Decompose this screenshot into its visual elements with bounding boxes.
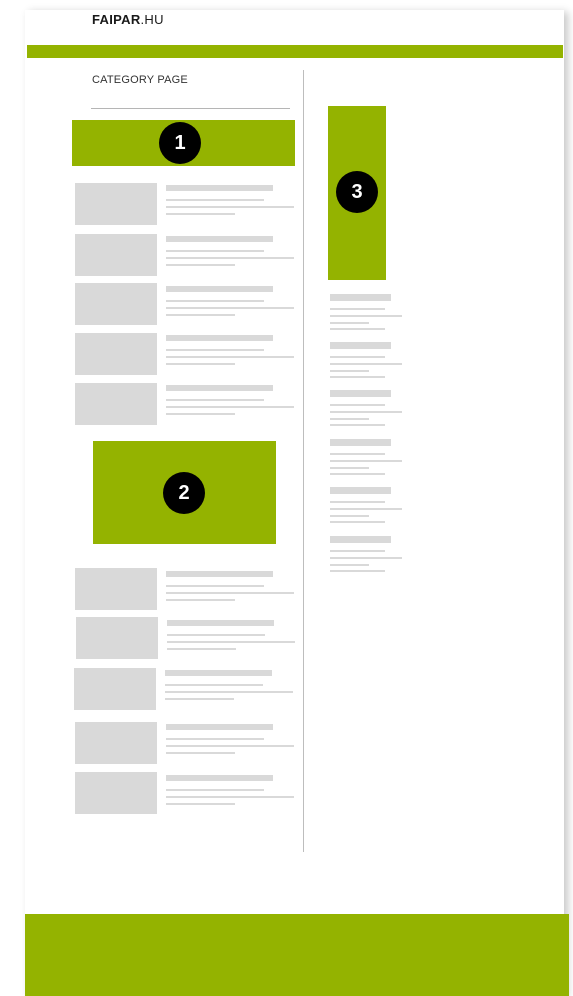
article-thumbnail[interactable]: [75, 722, 157, 764]
header-bar: [27, 45, 563, 58]
sidebar-item-title-placeholder[interactable]: [330, 487, 391, 494]
ad-slot-3[interactable]: 3: [328, 106, 386, 280]
article-text-placeholder: [167, 641, 295, 643]
sidebar-item-title-placeholder[interactable]: [330, 390, 391, 397]
sidebar-item-text-placeholder: [330, 424, 385, 426]
article-text-placeholder: [166, 745, 294, 747]
sidebar-item-text-placeholder: [330, 473, 385, 475]
article-text-placeholder: [166, 413, 235, 415]
sidebar-item-text-placeholder: [330, 328, 385, 330]
sidebar-item-text-placeholder: [330, 404, 385, 406]
logo-bold: FAIPAR: [92, 12, 141, 27]
sidebar-item-text-placeholder: [330, 453, 385, 455]
article-text-placeholder: [166, 250, 264, 252]
article-text-placeholder: [166, 257, 294, 259]
sidebar-item-text-placeholder: [330, 508, 402, 510]
article-title-placeholder[interactable]: [167, 620, 274, 626]
sidebar-item-title-placeholder[interactable]: [330, 342, 391, 349]
article-text-placeholder: [166, 789, 264, 791]
article-text-placeholder: [166, 206, 294, 208]
article-text-placeholder: [166, 363, 235, 365]
article-text-placeholder: [166, 752, 235, 754]
sidebar-item-text-placeholder: [330, 501, 385, 503]
article-text-placeholder: [166, 803, 235, 805]
sidebar-item-text-placeholder: [330, 356, 385, 358]
article-thumbnail[interactable]: [75, 772, 157, 814]
article-title-placeholder[interactable]: [166, 385, 273, 391]
article-title-placeholder[interactable]: [166, 236, 273, 242]
ad-slot-1[interactable]: 1: [72, 120, 295, 166]
article-text-placeholder: [166, 796, 294, 798]
sidebar-item-text-placeholder: [330, 370, 369, 372]
article-title-placeholder[interactable]: [166, 775, 273, 781]
article-text-placeholder: [166, 599, 235, 601]
ad-slot-2[interactable]: 2: [93, 441, 276, 544]
article-text-placeholder: [166, 738, 264, 740]
ad-badge-3: 3: [336, 171, 378, 213]
article-thumbnail[interactable]: [76, 617, 158, 659]
article-title-placeholder[interactable]: [166, 286, 273, 292]
footer-bar: [25, 914, 569, 996]
article-text-placeholder: [166, 199, 264, 201]
article-text-placeholder: [166, 213, 235, 215]
article-text-placeholder: [165, 698, 234, 700]
sidebar-item-text-placeholder: [330, 376, 385, 378]
logo-suffix: .HU: [140, 12, 164, 27]
category-title-underline: [91, 108, 290, 109]
sidebar-item-text-placeholder: [330, 557, 402, 559]
article-thumbnail[interactable]: [75, 183, 157, 225]
article-text-placeholder: [166, 585, 264, 587]
sidebar-item-text-placeholder: [330, 550, 385, 552]
article-text-placeholder: [167, 648, 236, 650]
article-text-placeholder: [166, 356, 294, 358]
ad-badge-1: 1: [159, 122, 201, 164]
sidebar-item-text-placeholder: [330, 315, 402, 317]
article-thumbnail[interactable]: [75, 283, 157, 325]
sidebar-item-text-placeholder: [330, 363, 402, 365]
sidebar-item-text-placeholder: [330, 467, 369, 469]
article-text-placeholder: [166, 300, 264, 302]
article-title-placeholder[interactable]: [166, 185, 273, 191]
article-text-placeholder: [166, 349, 264, 351]
article-text-placeholder: [166, 592, 294, 594]
sidebar-item-title-placeholder[interactable]: [330, 536, 391, 543]
site-logo[interactable]: FAIPAR.HU: [92, 12, 164, 27]
article-thumbnail[interactable]: [75, 383, 157, 425]
sidebar-item-text-placeholder: [330, 521, 385, 523]
article-title-placeholder[interactable]: [166, 335, 273, 341]
article-text-placeholder: [167, 634, 265, 636]
article-text-placeholder: [166, 314, 235, 316]
article-text-placeholder: [166, 307, 294, 309]
article-text-placeholder: [166, 264, 235, 266]
article-thumbnail[interactable]: [75, 234, 157, 276]
article-text-placeholder: [165, 691, 293, 693]
sidebar-item-title-placeholder[interactable]: [330, 439, 391, 446]
sidebar-item-text-placeholder: [330, 308, 385, 310]
article-thumbnail[interactable]: [74, 668, 156, 710]
article-title-placeholder[interactable]: [166, 724, 273, 730]
category-title: CATEGORY PAGE: [92, 74, 188, 86]
article-thumbnail[interactable]: [75, 568, 157, 610]
sidebar-item-title-placeholder[interactable]: [330, 294, 391, 301]
sidebar-item-text-placeholder: [330, 322, 369, 324]
column-divider: [303, 70, 304, 852]
article-title-placeholder[interactable]: [165, 670, 272, 676]
sidebar-item-text-placeholder: [330, 515, 369, 517]
sidebar-item-text-placeholder: [330, 460, 402, 462]
article-text-placeholder: [165, 684, 263, 686]
article-title-placeholder[interactable]: [166, 571, 273, 577]
sidebar-item-text-placeholder: [330, 418, 369, 420]
article-text-placeholder: [166, 399, 264, 401]
sidebar-item-text-placeholder: [330, 411, 402, 413]
sidebar-item-text-placeholder: [330, 564, 369, 566]
article-thumbnail[interactable]: [75, 333, 157, 375]
ad-badge-2: 2: [163, 472, 205, 514]
sidebar-item-text-placeholder: [330, 570, 385, 572]
article-text-placeholder: [166, 406, 294, 408]
